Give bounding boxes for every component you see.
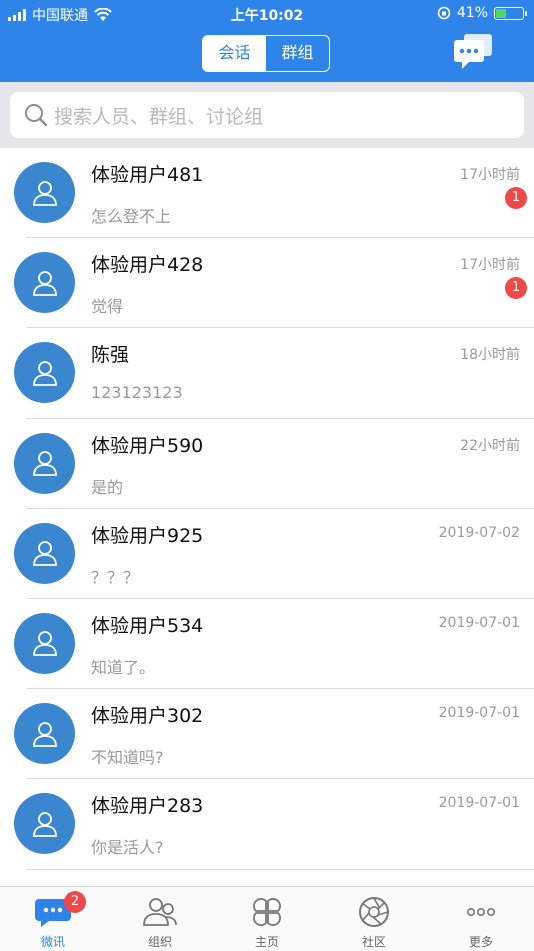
battery-fill xyxy=(496,8,507,18)
battery-percent: 41% xyxy=(456,5,488,21)
avatar xyxy=(14,612,75,674)
unread-count: 1 xyxy=(505,277,527,300)
conversation-row[interactable]: 体验用户481 怎么登不上 17小时前 1 xyxy=(0,148,534,239)
search-input[interactable]: 搜索人员、群组、讨论组 xyxy=(10,92,524,138)
status-right: 41% xyxy=(437,5,527,21)
last-message: ？？？ xyxy=(91,567,140,587)
conversation-list: 体验用户481 怎么登不上 17小时前 1 体验用户428 觉得 17小时前 1… xyxy=(0,148,534,886)
tab-item[interactable]: 组织 xyxy=(107,887,213,951)
search-placeholder: 搜索人员、群组、讨论组 xyxy=(54,105,264,128)
last-message: 123123123 xyxy=(91,383,183,403)
avatar xyxy=(14,162,75,223)
conversation-row[interactable]: 体验用户428 觉得 17小时前 1 xyxy=(0,238,534,329)
clover-icon xyxy=(247,895,287,929)
contact-name: 体验用户302 xyxy=(91,705,204,728)
top-bar: 中国联通 上午10:02 41% 会话 群组 xyxy=(0,0,534,82)
bottom-tab-bar: 2 微讯 组织 主页 社区 更多 xyxy=(0,886,534,951)
row-divider xyxy=(26,868,534,870)
tab-label: 组织 xyxy=(147,935,172,949)
tab-conversations[interactable]: 会话 xyxy=(203,36,266,71)
contact-name: 体验用户534 xyxy=(91,614,204,637)
tab-badge: 2 xyxy=(64,891,86,913)
contact-name: 体验用户428 xyxy=(91,254,204,277)
tab-item[interactable]: 社区 xyxy=(321,887,427,951)
message-time: 17小时前 xyxy=(460,167,520,183)
unread-badge: 1 xyxy=(505,187,529,213)
tab-groups[interactable]: 群组 xyxy=(266,36,329,71)
last-message: 怎么登不上 xyxy=(91,207,172,226)
contact-name: 体验用户590 xyxy=(91,434,204,457)
tab-item[interactable]: 更多 xyxy=(428,887,534,951)
conversation-row[interactable]: 体验用户590 是的 22小时前 xyxy=(0,419,534,509)
avatar xyxy=(14,703,75,765)
avatar xyxy=(14,432,75,494)
contact-name: 陈强 xyxy=(91,344,130,367)
last-message: 你是活人? xyxy=(91,838,164,858)
conversation-row[interactable]: 体验用户925 ？？？ 2019-07-02 xyxy=(0,509,534,599)
conversation-row[interactable]: 陈强 123123123 18小时前 xyxy=(0,328,534,419)
message-time: 2019-07-01 xyxy=(438,614,520,631)
chat-bubbles-icon[interactable] xyxy=(452,32,494,70)
tab-item[interactable]: 2 微讯 xyxy=(0,887,106,951)
last-message: 觉得 xyxy=(91,297,124,317)
contact-name: 体验用户283 xyxy=(91,795,204,818)
message-time: 2019-07-01 xyxy=(438,795,520,812)
tab-item[interactable]: 主页 xyxy=(214,887,320,951)
tab-label: 主页 xyxy=(254,935,279,949)
message-time: 2019-07-01 xyxy=(438,705,520,722)
user-icon xyxy=(32,360,57,386)
aperture-icon xyxy=(354,895,394,929)
tab-label: 更多 xyxy=(468,935,493,949)
user-icon xyxy=(32,721,57,747)
last-message: 不知道吗? xyxy=(91,748,164,768)
user-icon xyxy=(32,180,57,206)
search-icon xyxy=(25,104,48,127)
unread-count: 1 xyxy=(505,187,527,209)
tab-label: 社区 xyxy=(361,935,386,949)
unread-badge: 1 xyxy=(505,277,529,304)
more-icon xyxy=(461,895,501,929)
contact-name: 体验用户925 xyxy=(91,524,204,547)
avatar xyxy=(14,793,75,855)
user-icon xyxy=(32,541,57,567)
avatar xyxy=(14,342,75,404)
battery-icon xyxy=(494,6,527,20)
message-time: 22小时前 xyxy=(460,437,520,454)
user-icon xyxy=(32,270,57,296)
segmented-control: 会话 群组 xyxy=(202,35,330,72)
tab-label: 微讯 xyxy=(40,935,65,949)
people-icon xyxy=(140,895,180,929)
avatar xyxy=(14,522,75,584)
search-area: 搜索人员、群组、讨论组 xyxy=(0,82,534,148)
message-time: 2019-07-02 xyxy=(438,524,520,541)
avatar xyxy=(14,252,75,314)
message-time: 18小时前 xyxy=(460,347,520,364)
user-icon xyxy=(32,631,57,657)
last-message: 是的 xyxy=(91,477,124,497)
status-bar: 中国联通 上午10:02 41% xyxy=(0,0,534,28)
contact-name: 体验用户481 xyxy=(91,164,204,186)
conversation-row[interactable]: 体验用户302 不知道吗? 2019-07-01 xyxy=(0,689,534,780)
orientation-lock-icon xyxy=(437,6,451,20)
conversation-row[interactable]: 体验用户534 知道了。 2019-07-01 xyxy=(0,599,534,690)
last-message: 知道了。 xyxy=(91,657,156,677)
user-icon xyxy=(32,811,57,837)
conversation-row[interactable]: 体验用户283 你是活人? 2019-07-01 xyxy=(0,779,534,870)
user-icon xyxy=(32,451,57,476)
message-time: 17小时前 xyxy=(460,257,520,274)
